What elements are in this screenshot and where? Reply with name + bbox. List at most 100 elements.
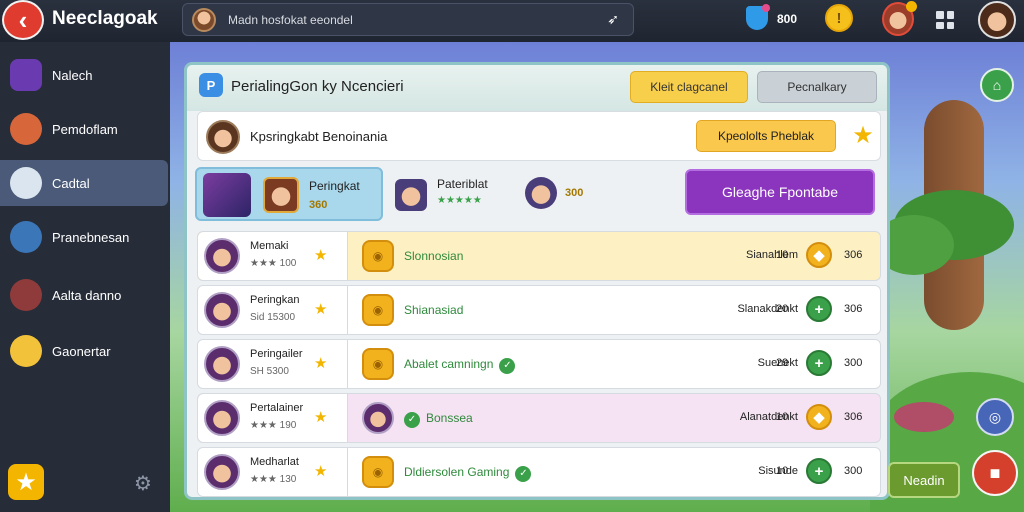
player-rating: ★★★ 100 xyxy=(250,258,297,269)
coin-icon[interactable]: ! xyxy=(825,4,853,32)
opponent-avatar xyxy=(395,179,427,211)
friend-badge xyxy=(906,1,917,12)
star-icon: ★ xyxy=(314,247,328,264)
reward-badge-icon: ◉ xyxy=(362,348,394,380)
search-bar[interactable]: Madn hosfokat eeondel ➶ xyxy=(182,3,634,36)
avatar-icon xyxy=(192,7,216,32)
reward-action-icon[interactable]: ◆ xyxy=(806,242,832,268)
sidebar-item-label: Cadtal xyxy=(52,175,90,191)
sidebar-item-pemdoflam[interactable]: Pemdoflam xyxy=(0,106,170,152)
stat-value: 20 xyxy=(776,303,789,315)
panel-title: PerialingGon ky Ncencieri xyxy=(231,78,404,95)
table-row[interactable]: Memaki ★★★ 100 ★ ◉ Slonnosian Sianahlem … xyxy=(197,231,881,281)
sidebar-item-label: Gaonertar xyxy=(52,343,111,359)
sidebar-item-pranebnesan[interactable]: Pranebnesan xyxy=(0,214,170,260)
sidebar-item-nalech[interactable]: Nalech xyxy=(0,52,170,98)
event-button[interactable]: Kpeololts Pheblak xyxy=(696,120,836,152)
yellow-tab-button[interactable]: Kleit clagcanel xyxy=(630,71,748,103)
player-rating: ★★★ 190 xyxy=(250,420,297,431)
opponent-name: Pateriblat xyxy=(437,177,488,191)
top-bar: ‹ Neeclagoak Madn hosfokat eeondel ➶ 800… xyxy=(0,0,1024,42)
grey-tab-button[interactable]: Pecnalkary xyxy=(757,71,877,103)
book-icon xyxy=(10,59,42,91)
score-value: 306 xyxy=(844,303,863,315)
character-icon xyxy=(10,113,42,145)
hero-points: 360 xyxy=(309,199,328,211)
check-action-icon[interactable]: + xyxy=(806,296,832,322)
score-value: 300 xyxy=(844,357,863,369)
star-icon: ★ xyxy=(314,301,328,318)
hero-avatar xyxy=(263,177,299,213)
score-value: 306 xyxy=(844,411,863,423)
star-icon[interactable]: ★ xyxy=(848,120,878,150)
app-title: Neeclagoak xyxy=(52,8,158,29)
table-row[interactable]: Peringkan Sid 15300 ★ ◉ Shianasiad Slana… xyxy=(197,285,881,335)
table-row[interactable]: Pertalainer ★★★ 190 ★ ✓ Bonssea Alanatden… xyxy=(197,393,881,443)
reward-badge-icon: ◉ xyxy=(362,294,394,326)
row-player: Memaki ★★★ 100 ★ xyxy=(198,232,348,280)
gear-icon[interactable]: ⚙ xyxy=(132,472,154,495)
task-label: Shianasiad xyxy=(404,303,464,317)
player-name: Memaki xyxy=(250,240,289,252)
panel-header: P PerialingGon ky Ncencieri Kleit clagca… xyxy=(187,65,887,111)
player-name: Peringailer xyxy=(250,348,303,360)
check-action-icon[interactable]: + xyxy=(806,458,832,484)
hero-card[interactable]: Peringkat 360 xyxy=(195,167,383,221)
player-rating: ★★★ 130 xyxy=(250,474,297,485)
challenge-button[interactable]: Gleaghe Fpontabe xyxy=(685,169,875,215)
check-action-icon[interactable]: + xyxy=(806,350,832,376)
stat-value: 10 xyxy=(776,465,789,477)
task-label: Dldiersolen Gaming ✓ xyxy=(404,465,532,482)
task-label: Abalet camningn ✓ xyxy=(404,357,516,374)
opponent-stars: ★★★★★ xyxy=(437,195,482,206)
stat-value: 10 xyxy=(776,411,789,423)
player-rating: Sid 15300 xyxy=(250,312,296,323)
star-icon: ★ xyxy=(314,355,328,372)
favorites-star-icon[interactable]: ★ xyxy=(8,464,44,500)
player-rating: SH 5300 xyxy=(250,366,289,377)
character-icon xyxy=(10,335,42,367)
hero-portrait xyxy=(203,173,251,217)
character-icon xyxy=(10,279,42,311)
player-avatar xyxy=(204,238,240,274)
event-label: Kpsringkabt Benoinania xyxy=(250,129,388,144)
sidebar-item-gaonertar[interactable]: Gaonertar xyxy=(0,328,170,374)
check-icon: ✓ xyxy=(515,466,532,482)
second-opponent-avatar xyxy=(525,177,557,209)
panel-logo-icon: P xyxy=(199,73,223,97)
table-row[interactable]: Medharlat ★★★ 130 ★ ◉ Dldiersolen Gaming… xyxy=(197,447,881,497)
star-icon: ★ xyxy=(314,463,328,480)
row-player: Peringailer SH 5300 ★ xyxy=(198,340,348,388)
profile-avatar[interactable] xyxy=(978,1,1016,39)
sidebar-item-cadtal[interactable]: Cadtal xyxy=(0,160,168,206)
friend-avatar xyxy=(362,402,394,434)
table-row[interactable]: Peringailer SH 5300 ★ ◉ Abalet camningn ✓… xyxy=(197,339,881,389)
score-value: 306 xyxy=(844,249,863,261)
star-icon: ★ xyxy=(314,409,328,426)
second-opponent: 300 xyxy=(525,177,615,213)
player-avatar xyxy=(204,454,240,490)
reward-action-icon[interactable]: ◆ xyxy=(806,404,832,430)
check-icon: ✓ xyxy=(499,358,516,374)
check-icon: ✓ xyxy=(404,412,420,428)
record-button-icon[interactable]: ■ xyxy=(972,450,1018,496)
mic-icon[interactable]: ➶ xyxy=(607,11,619,28)
row-player: Pertalainer ★★★ 190 ★ xyxy=(198,394,348,442)
sidebar: Nalech Pemdoflam Cadtal Pranebnesan Aalt… xyxy=(0,42,170,512)
sidebar-item-label: Pemdoflam xyxy=(52,121,118,137)
camera-button-icon[interactable]: ◎ xyxy=(976,398,1014,436)
hero-name: Peringkat xyxy=(309,179,360,193)
score-value: 300 xyxy=(844,465,863,477)
back-button[interactable]: ‹ xyxy=(2,0,44,40)
sidebar-item-aalta-danno[interactable]: Aalta danno xyxy=(0,272,170,318)
grid-menu-icon[interactable] xyxy=(936,11,954,29)
search-text: Madn hosfokat eeondel xyxy=(228,12,353,27)
ready-button[interactable]: Neadin xyxy=(888,462,960,498)
notification-dot xyxy=(762,4,770,12)
map-button-icon[interactable]: ⌂ xyxy=(980,68,1014,102)
event-row: Kpsringkabt Benoinania Kpeololts Pheblak… xyxy=(197,111,881,161)
task-text: Dldiersolen Gaming xyxy=(404,465,510,479)
reward-badge-icon: ◉ xyxy=(362,456,394,488)
task-text: Abalet camningn xyxy=(404,357,494,371)
character-icon xyxy=(10,221,42,253)
